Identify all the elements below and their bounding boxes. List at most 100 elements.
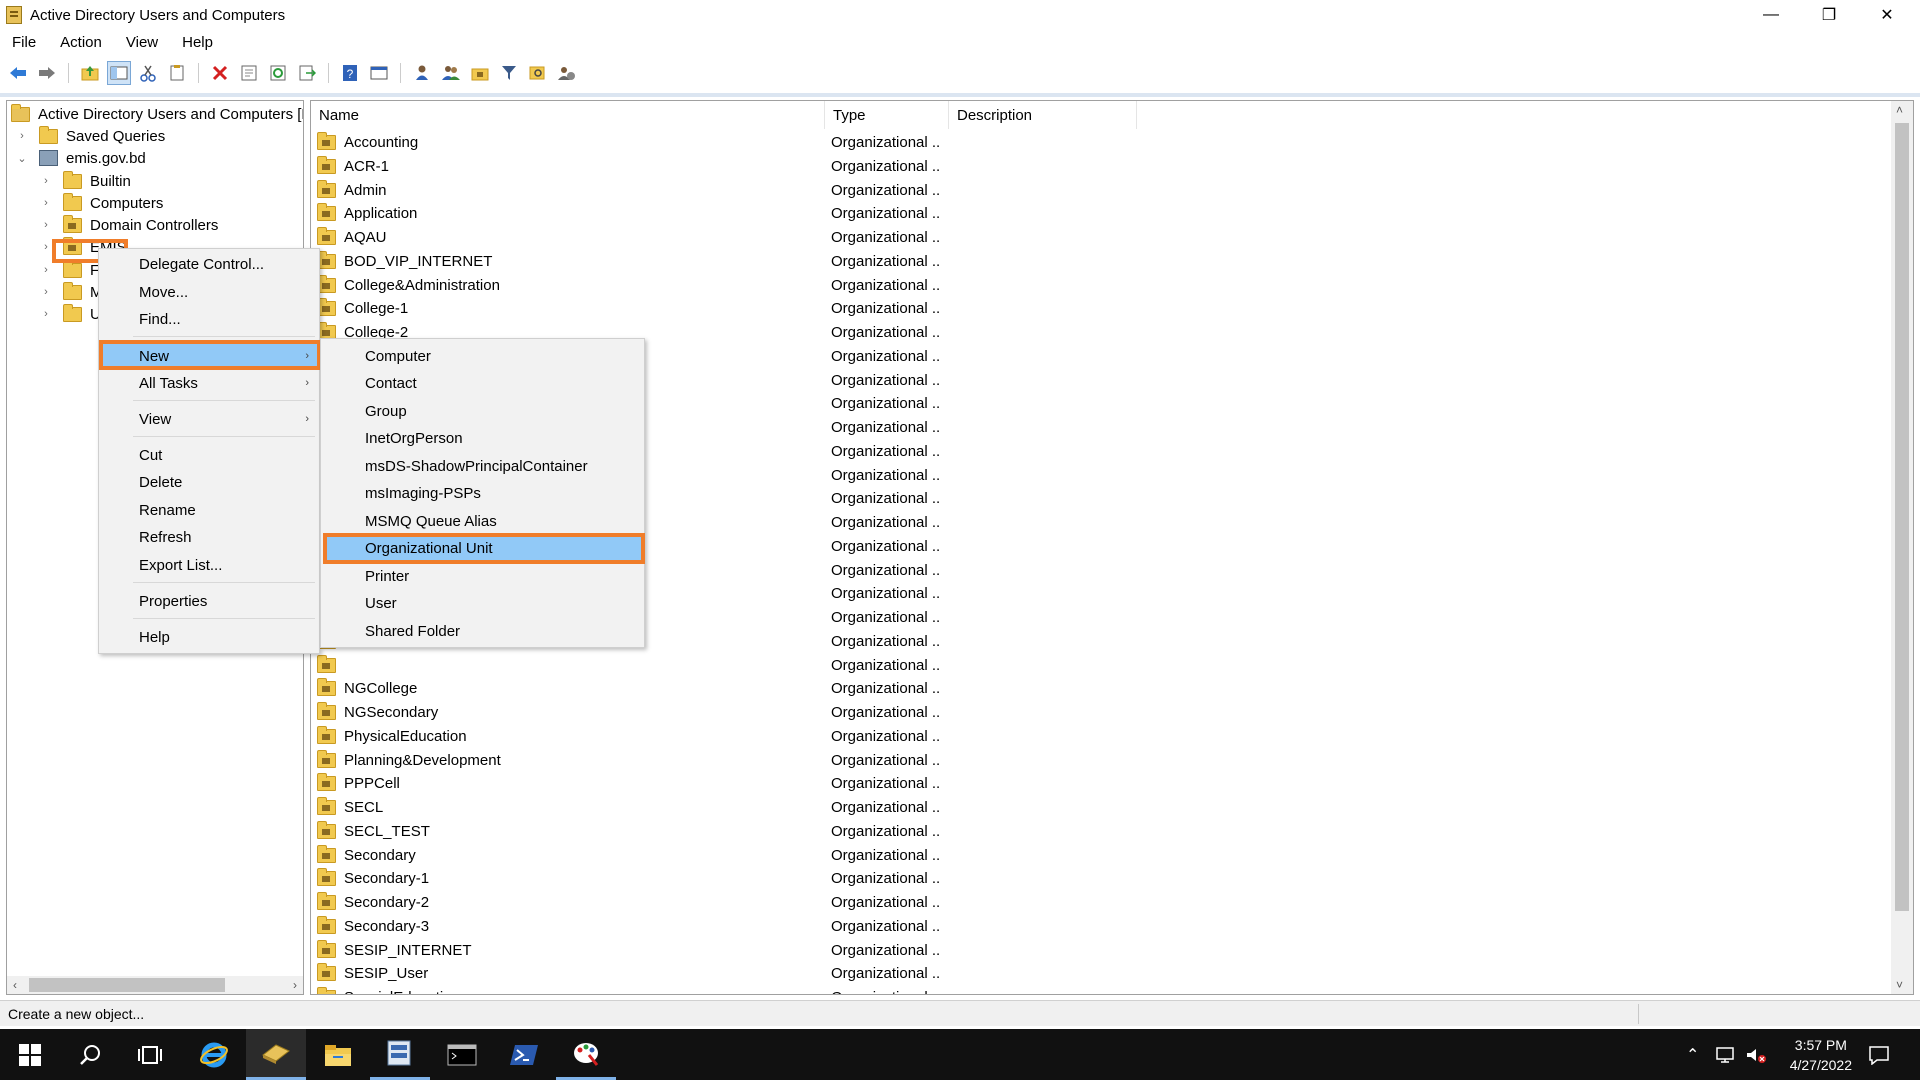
- menu-item-cut[interactable]: Cut: [101, 442, 317, 468]
- tree-item-domain[interactable]: ⌄ emis.gov.bd: [15, 147, 145, 169]
- expand-arrow-icon[interactable]: ›: [15, 130, 29, 142]
- tree-item-m[interactable]: › M: [39, 281, 103, 303]
- server-manager-icon[interactable]: [370, 1029, 430, 1080]
- search-icon[interactable]: [60, 1029, 120, 1080]
- row-type: Organizational ...: [831, 727, 941, 745]
- restore-button[interactable]: ❐: [1800, 0, 1858, 30]
- tree-root[interactable]: Active Directory Users and Computers [PD: [11, 103, 303, 125]
- menu-item-help[interactable]: Help: [101, 624, 317, 650]
- refresh-icon[interactable]: [266, 61, 290, 85]
- help-icon[interactable]: ?: [338, 61, 362, 85]
- menu-item-label: User: [365, 594, 397, 612]
- menu-item-rename[interactable]: Rename: [101, 497, 317, 523]
- show-hidden-icons-chevron-icon[interactable]: ⌃: [1686, 1029, 1699, 1080]
- close-button[interactable]: ✕: [1858, 0, 1916, 30]
- menu-item-find[interactable]: Find...: [101, 306, 317, 332]
- submenu-item-shared-folder[interactable]: Shared Folder: [323, 618, 642, 644]
- scrollbar-thumb[interactable]: [29, 978, 225, 992]
- expand-arrow-icon[interactable]: ›: [39, 308, 53, 320]
- row-name-text: Secondary: [344, 846, 416, 864]
- menu-action[interactable]: Action: [48, 32, 114, 54]
- menu-file[interactable]: File: [0, 32, 48, 54]
- tree-item-builtin[interactable]: › Builtin: [39, 170, 131, 192]
- filter-icon[interactable]: [497, 61, 521, 85]
- ou-folder-icon: [317, 820, 336, 839]
- new-user-icon[interactable]: [410, 61, 434, 85]
- copy-icon[interactable]: [165, 61, 189, 85]
- new-ou-icon[interactable]: [468, 61, 492, 85]
- volume-muted-icon[interactable]: [1744, 1029, 1768, 1080]
- scroll-down-icon[interactable]: ˅: [1896, 978, 1903, 992]
- menu-item-export-list[interactable]: Export List...: [101, 552, 317, 578]
- properties-icon[interactable]: [237, 61, 261, 85]
- submenu-item-msmq-queue-alias[interactable]: MSMQ Queue Alias: [323, 508, 642, 534]
- expand-arrow-icon[interactable]: ›: [39, 197, 53, 209]
- submenu-item-printer[interactable]: Printer: [323, 563, 642, 589]
- submenu-item-group[interactable]: Group: [323, 398, 642, 424]
- menu-item-move[interactable]: Move...: [101, 279, 317, 305]
- collapse-arrow-icon[interactable]: ⌄: [15, 152, 29, 165]
- menu-item-all-tasks[interactable]: All Tasks ›: [101, 370, 317, 396]
- column-header-type[interactable]: Type: [825, 101, 949, 129]
- menu-item-refresh[interactable]: Refresh: [101, 524, 317, 550]
- file-explorer-icon[interactable]: [308, 1029, 368, 1080]
- menu-item-view[interactable]: View ›: [101, 406, 317, 432]
- submenu-item-msds-shadow[interactable]: msDS-ShadowPrincipalContainer: [323, 453, 642, 479]
- export-icon[interactable]: [295, 61, 319, 85]
- aduc-taskbar-icon[interactable]: [246, 1029, 306, 1080]
- list-vertical-scrollbar[interactable]: ˄ ˅: [1891, 101, 1913, 994]
- back-icon[interactable]: [6, 61, 30, 85]
- expand-arrow-icon[interactable]: ›: [39, 286, 53, 298]
- menu-item-delete[interactable]: Delete: [101, 469, 317, 495]
- column-header-name[interactable]: Name: [311, 101, 825, 129]
- row-type: Organizational ...: [831, 276, 941, 294]
- paint-icon[interactable]: [556, 1029, 616, 1080]
- system-clock[interactable]: 3:57 PM 4/27/2022: [1790, 1035, 1852, 1075]
- row-name: SECL: [317, 797, 717, 816]
- expand-arrow-icon[interactable]: ›: [39, 264, 53, 276]
- cut-icon[interactable]: [136, 61, 160, 85]
- add-to-group-icon[interactable]: [555, 61, 579, 85]
- scrollbar-thumb[interactable]: [1895, 123, 1909, 911]
- forward-icon[interactable]: [35, 61, 59, 85]
- expand-arrow-icon[interactable]: ›: [39, 175, 53, 187]
- action-center-icon[interactable]: [1868, 1029, 1890, 1080]
- expand-arrow-icon[interactable]: ›: [39, 241, 53, 253]
- delete-icon[interactable]: [208, 61, 232, 85]
- menu-item-delegate-control[interactable]: Delegate Control...: [101, 251, 317, 277]
- internet-explorer-icon[interactable]: [184, 1029, 244, 1080]
- new-submenu: Computer Contact Group InetOrgPerson msD…: [320, 338, 645, 648]
- scroll-right-icon[interactable]: ›: [293, 978, 297, 992]
- up-icon[interactable]: [78, 61, 102, 85]
- menu-view[interactable]: View: [114, 32, 170, 54]
- scroll-up-icon[interactable]: ˄: [1896, 103, 1903, 117]
- row-type: Organizational ...: [831, 347, 941, 365]
- submenu-item-inetorgperson[interactable]: InetOrgPerson: [323, 425, 642, 451]
- command-prompt-icon[interactable]: [432, 1029, 492, 1080]
- tree-item-saved-queries[interactable]: › Saved Queries: [15, 125, 165, 147]
- find-icon[interactable]: [526, 61, 550, 85]
- tree-item-computers[interactable]: › Computers: [39, 192, 163, 214]
- column-header-description[interactable]: Description: [949, 101, 1137, 129]
- task-view-icon[interactable]: [120, 1029, 180, 1080]
- tree-item-domain-controllers[interactable]: › Domain Controllers: [39, 214, 218, 236]
- row-name-text: NGSecondary: [344, 704, 439, 721]
- network-icon[interactable]: [1714, 1029, 1736, 1080]
- submenu-item-user[interactable]: User: [323, 590, 642, 616]
- ou-folder-icon: [317, 844, 336, 863]
- submenu-item-contact[interactable]: Contact: [323, 370, 642, 396]
- minimize-button[interactable]: —: [1742, 0, 1800, 30]
- tree-horizontal-scrollbar[interactable]: ‹ ›: [7, 976, 303, 994]
- new-group-icon[interactable]: [439, 61, 463, 85]
- submenu-item-computer[interactable]: Computer: [323, 343, 642, 369]
- expand-arrow-icon[interactable]: ›: [39, 219, 53, 231]
- menu-help[interactable]: Help: [170, 32, 225, 54]
- show-hide-tree-icon[interactable]: [107, 61, 131, 85]
- console-icon[interactable]: [367, 61, 391, 85]
- menu-item-properties[interactable]: Properties: [101, 588, 317, 614]
- scroll-left-icon[interactable]: ‹: [13, 978, 17, 992]
- submenu-item-msimaging-psps[interactable]: msImaging-PSPs: [323, 480, 642, 506]
- row-type: Organizational ...: [831, 252, 941, 270]
- start-windows-icon[interactable]: [0, 1029, 60, 1080]
- powershell-icon[interactable]: [494, 1029, 554, 1080]
